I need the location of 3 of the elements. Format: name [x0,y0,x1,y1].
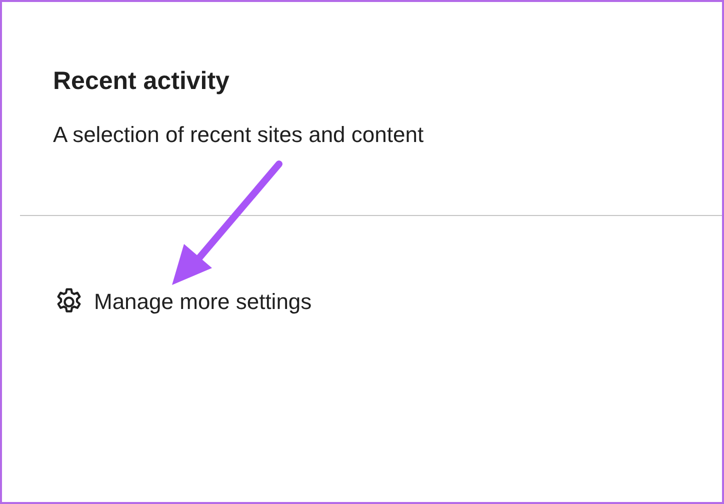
section-title: Recent activity [53,66,230,97]
section-description: A selection of recent sites and content [53,121,425,149]
manage-settings-link[interactable]: Manage more settings [53,286,312,318]
